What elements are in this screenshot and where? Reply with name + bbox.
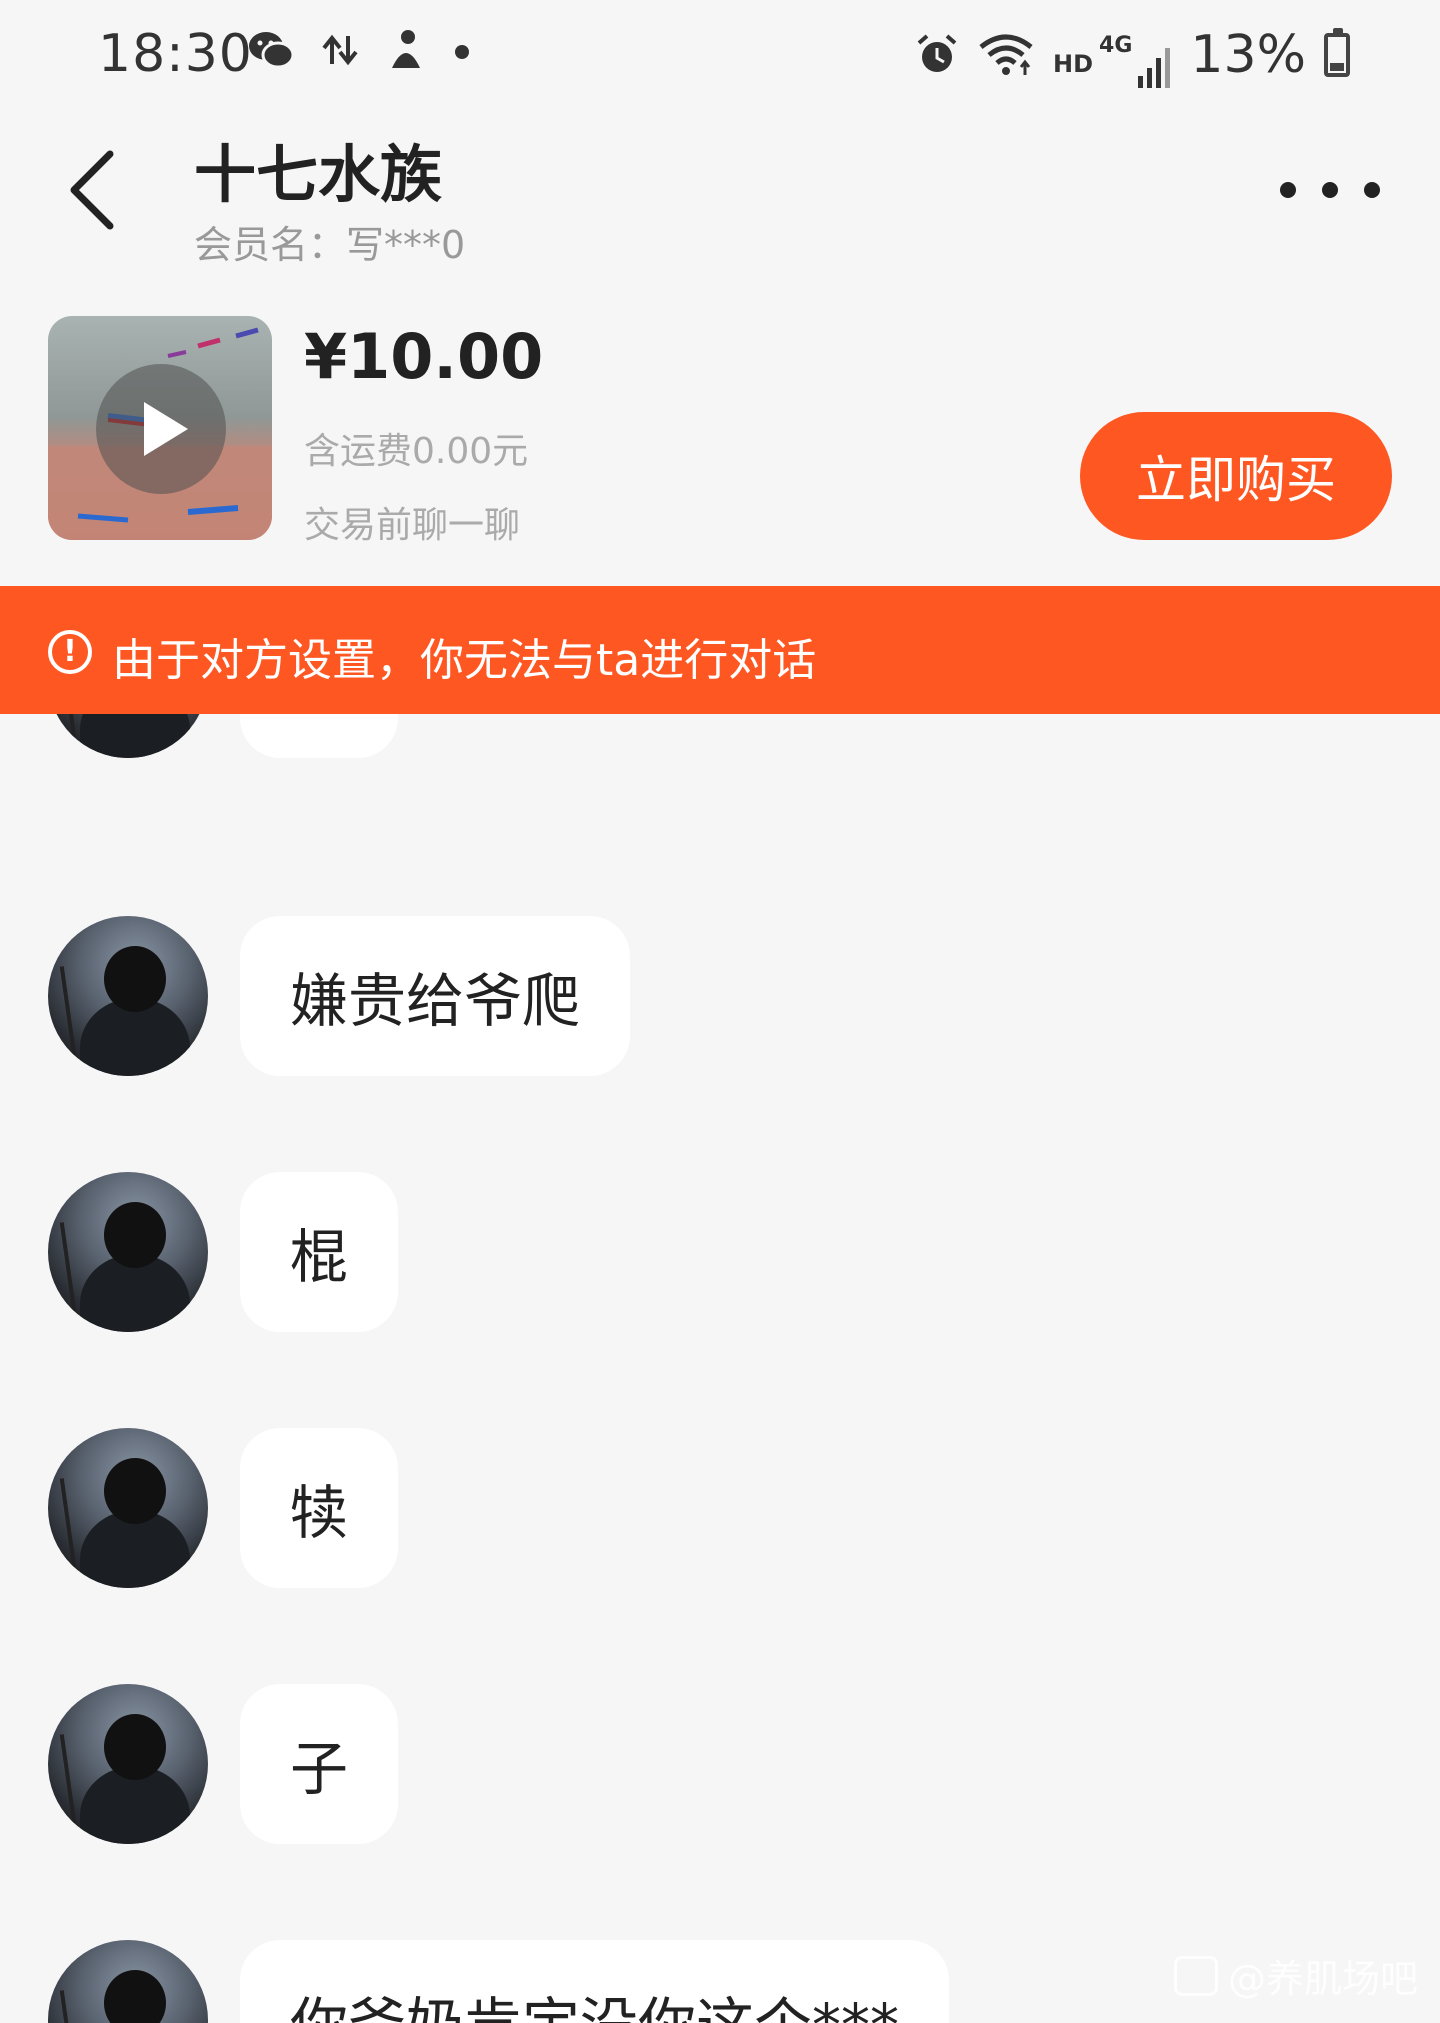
- message-bubble[interactable]: 犊: [240, 1428, 399, 1588]
- more-options-button[interactable]: [1280, 160, 1380, 220]
- battery-percent: 13%: [1190, 25, 1306, 85]
- warning-banner: ! 由于对方设置，你无法与ta进行对话: [0, 586, 1440, 714]
- hd-4g-signal-icon: HD 4G: [1053, 22, 1172, 88]
- status-left-icons: [248, 28, 472, 72]
- buy-now-button[interactable]: 立即购买: [1080, 412, 1392, 540]
- product-card: ¥10.00 含运费0.00元 交易前聊一聊 立即购买: [0, 300, 1440, 590]
- banner-text: 由于对方设置，你无法与ta进行对话: [112, 635, 817, 686]
- status-time: 18:30: [98, 24, 253, 84]
- avatar[interactable]: [48, 714, 208, 758]
- back-button[interactable]: [58, 140, 128, 240]
- more-dot-icon: [1322, 182, 1338, 198]
- watermark-text: @养肌场吧: [1227, 1957, 1418, 2001]
- chat-header: 十七水族 会员名：写***0: [0, 110, 1440, 270]
- message-bubble[interactable]: 子: [240, 1684, 399, 1844]
- status-right-icons: HD 4G 13%: [915, 22, 1350, 88]
- member-name: 会员名：写***0: [194, 223, 466, 267]
- avatar[interactable]: [48, 1172, 208, 1332]
- play-icon[interactable]: [96, 364, 226, 494]
- avatar[interactable]: [48, 916, 208, 1076]
- wechat-icon: [249, 32, 294, 69]
- watermark-logo-icon: [1173, 1955, 1218, 1996]
- signal-bars-icon: [1138, 48, 1171, 88]
- status-bar: 18:30 HD 4G 13%: [0, 0, 1440, 110]
- alarm-icon: [917, 34, 957, 72]
- alert-circle-icon: !: [48, 630, 92, 674]
- wifi-icon: [979, 34, 1033, 75]
- page-title: 十七水族: [194, 138, 443, 211]
- shipping-info: 含运费0.00元: [304, 431, 529, 472]
- data-transfer-icon: [322, 34, 358, 66]
- network-label: 4G: [1099, 33, 1133, 58]
- message-bubble[interactable]: 圾: [240, 714, 399, 758]
- battery-icon: [1324, 28, 1350, 77]
- app-notification-icon: [392, 30, 420, 68]
- more-dot-icon: [1280, 182, 1296, 198]
- message-bubble[interactable]: 嫌贵给爷爬: [240, 916, 631, 1076]
- chat-note: 交易前聊一聊: [304, 505, 521, 546]
- message-list[interactable]: 圾 嫌贵给爷爬 棍 犊 子 你爷奶肯定没你这个***: [0, 714, 1440, 2023]
- product-thumbnail[interactable]: [48, 316, 272, 540]
- avatar[interactable]: [48, 1940, 208, 2023]
- watermark: @养肌场吧: [1173, 1948, 1418, 2003]
- product-price: ¥10.00: [304, 320, 544, 393]
- avatar[interactable]: [48, 1428, 208, 1588]
- message-bubble[interactable]: 棍: [240, 1172, 399, 1332]
- avatar[interactable]: [48, 1684, 208, 1844]
- hd-label: HD: [1053, 50, 1094, 78]
- message-bubble[interactable]: 你爷奶肯定没你这个***: [240, 1940, 950, 2023]
- more-dot-icon: [1364, 182, 1380, 198]
- chevron-left-icon: [70, 150, 114, 230]
- dot-icon: [455, 45, 469, 59]
